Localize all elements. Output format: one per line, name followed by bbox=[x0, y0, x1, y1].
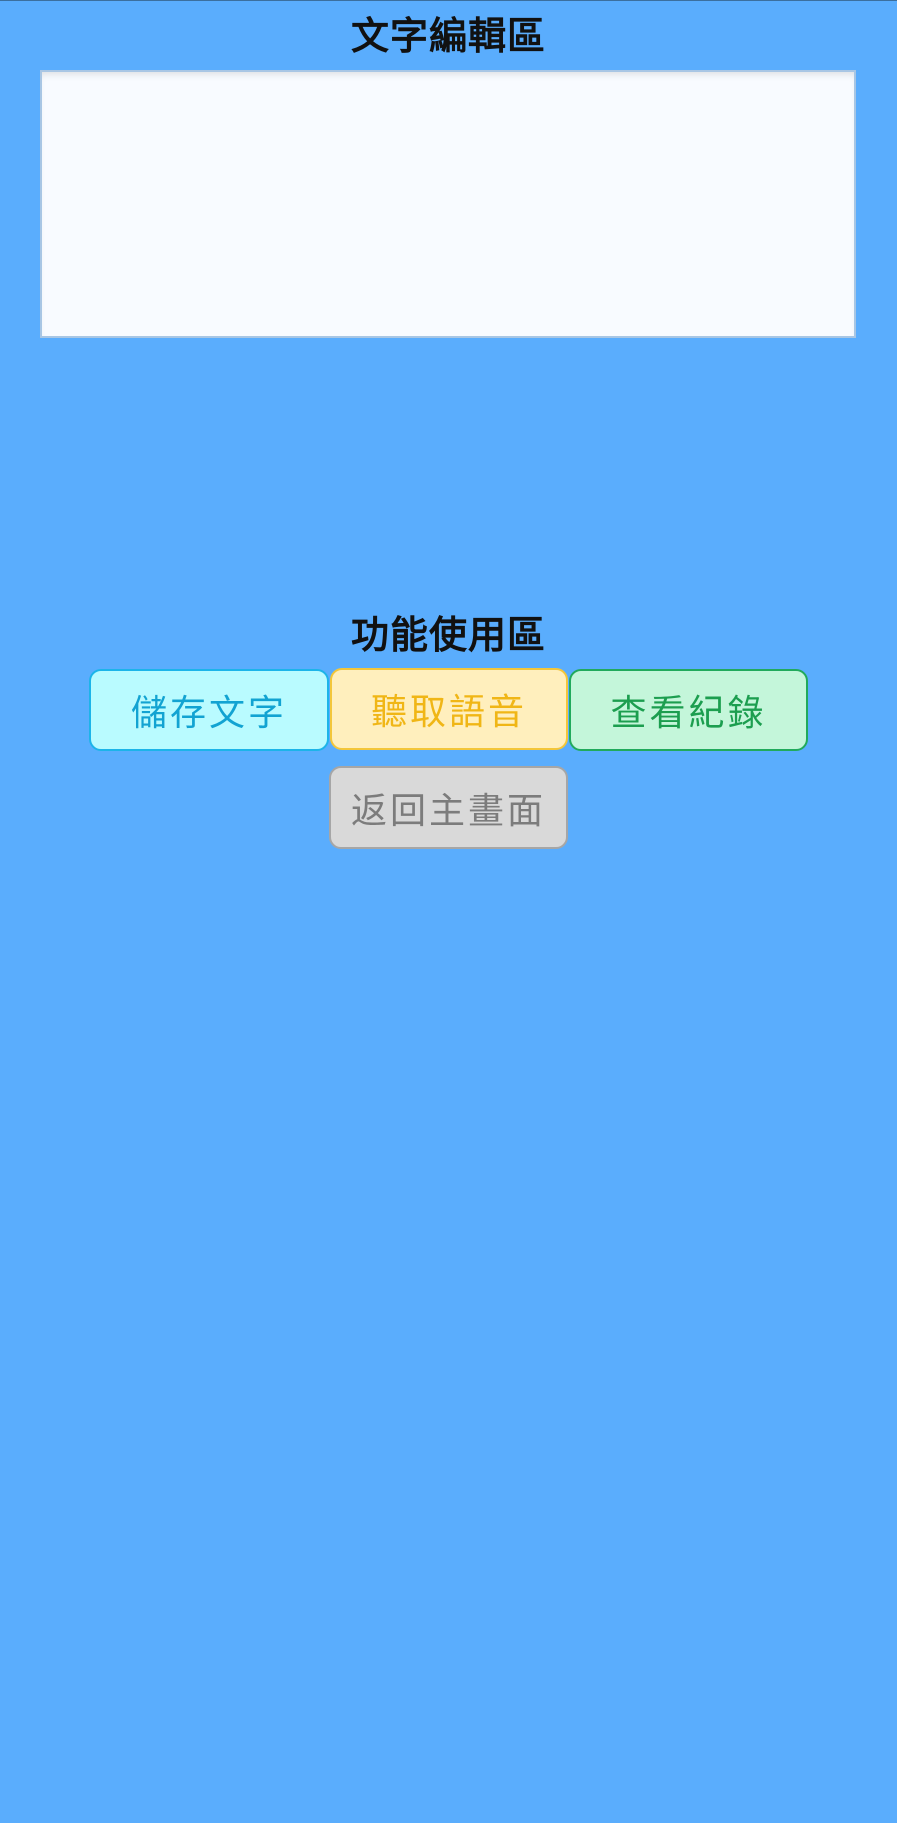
save-text-button[interactable]: 儲存文字 bbox=[89, 669, 329, 751]
text-edit-section-title: 文字編輯區 bbox=[350, 14, 546, 58]
text-edit-area[interactable] bbox=[40, 70, 856, 338]
top-divider bbox=[0, 0, 897, 1]
back-to-home-button[interactable]: 返回主畫面 bbox=[329, 766, 568, 849]
view-records-button[interactable]: 查看紀錄 bbox=[569, 669, 808, 751]
functions-section-title: 功能使用區 bbox=[350, 613, 546, 657]
listen-speech-button[interactable]: 聽取語音 bbox=[330, 668, 568, 750]
